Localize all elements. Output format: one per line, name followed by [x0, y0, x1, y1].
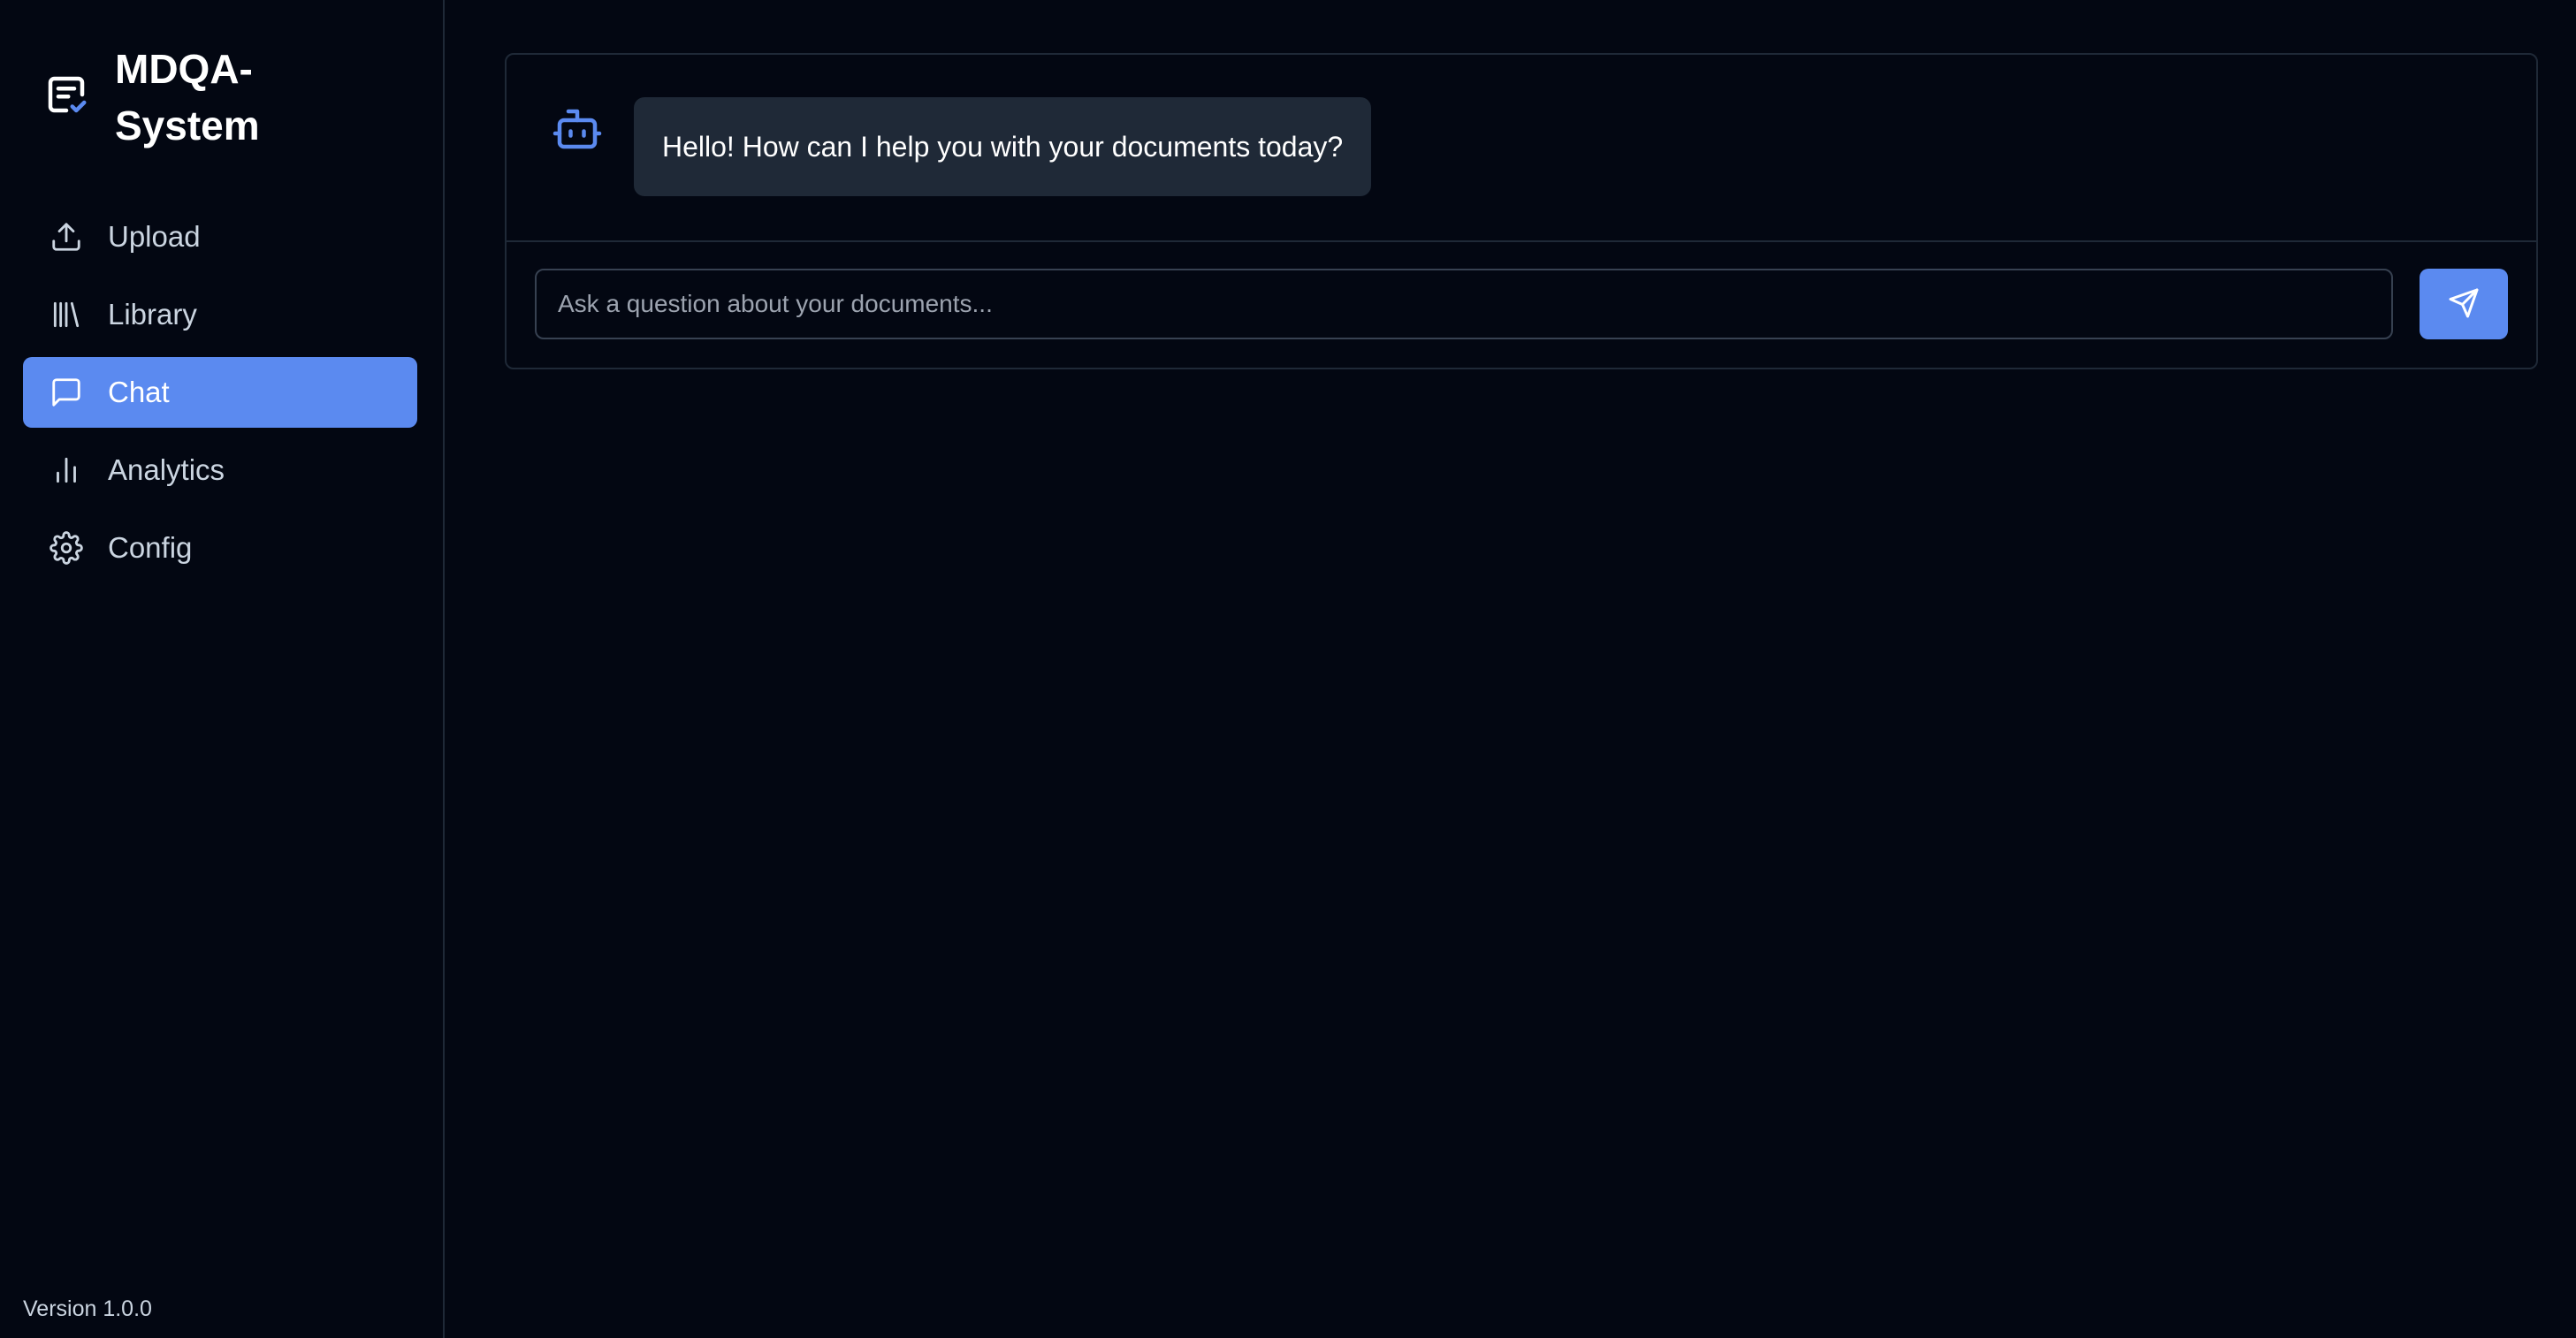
sidebar-item-library[interactable]: Library	[23, 279, 417, 350]
sidebar-item-upload[interactable]: Upload	[23, 201, 417, 272]
sidebar-item-label: Config	[108, 531, 193, 564]
gear-icon	[50, 531, 83, 565]
brand: MDQA-System	[42, 41, 292, 154]
message-text: Hello! How can I help you with your docu…	[662, 130, 1344, 163]
sidebar-item-label: Library	[108, 298, 197, 331]
sidebar-nav: Upload Library Chat Analytics Config	[23, 201, 417, 590]
sidebar-item-chat[interactable]: Chat	[23, 357, 417, 428]
sidebar-item-label: Analytics	[108, 453, 225, 486]
message-list[interactable]: Hello! How can I help you with your docu…	[507, 55, 2536, 242]
app-root: MDQA-System Upload Library Chat Analytic…	[0, 0, 2576, 1338]
message-composer	[535, 269, 2508, 341]
chat-icon	[50, 376, 83, 409]
library-icon	[50, 298, 83, 331]
version-label: Version 1.0.0	[23, 1296, 152, 1321]
main-content: Hello! How can I help you with your docu…	[445, 0, 2576, 1338]
bot-icon	[551, 103, 604, 156]
sidebar-item-analytics[interactable]: Analytics	[23, 435, 417, 506]
chat-panel: Hello! How can I help you with your docu…	[505, 53, 2538, 369]
send-icon	[2448, 287, 2480, 322]
bot-message-bubble: Hello! How can I help you with your docu…	[634, 97, 1372, 196]
sidebar: MDQA-System Upload Library Chat Analytic…	[0, 0, 445, 1338]
app-title: MDQA-System	[115, 46, 260, 148]
document-check-icon	[42, 71, 90, 118]
sidebar-item-label: Upload	[108, 220, 201, 253]
bar-chart-icon	[50, 453, 83, 487]
sidebar-item-config[interactable]: Config	[23, 513, 417, 583]
upload-icon	[50, 220, 83, 254]
sidebar-item-label: Chat	[108, 376, 170, 408]
chat-input[interactable]	[535, 269, 2393, 339]
send-button[interactable]	[2420, 269, 2508, 339]
